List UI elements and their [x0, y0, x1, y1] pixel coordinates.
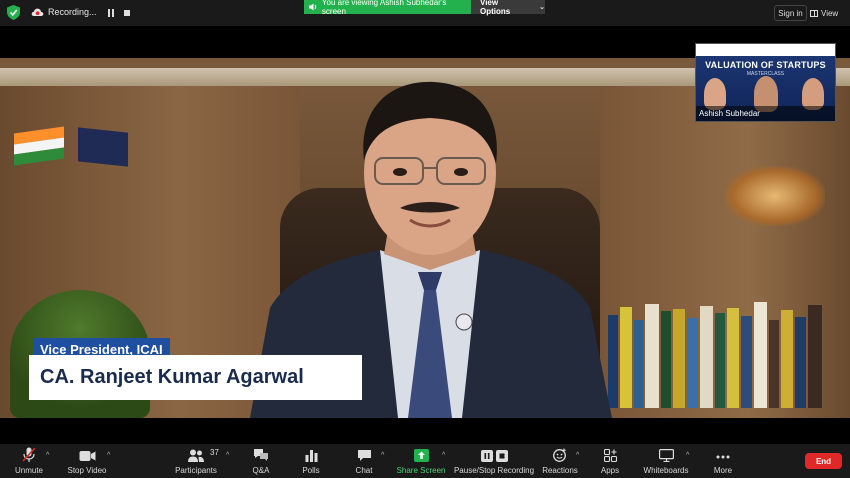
view-label: View	[821, 8, 839, 18]
pause-recording-icon[interactable]	[108, 9, 115, 17]
caption-name: CA. Ranjeet Kumar Agarwal	[29, 355, 362, 400]
more-button[interactable]: More	[711, 444, 735, 478]
qa-label: Q&A	[252, 466, 270, 475]
pause-stop-recording-label: Pause/Stop Recording	[453, 466, 535, 475]
whiteboards-caret-icon[interactable]: ^	[686, 452, 689, 459]
participants-caret-icon[interactable]: ^	[226, 452, 229, 459]
recording-status: Recording...	[48, 7, 97, 17]
reactions-smiley-icon	[553, 448, 566, 462]
chat-bubble-icon	[357, 450, 371, 461]
stop-recording-icon[interactable]	[124, 10, 130, 16]
unmute-button[interactable]: Unmute	[12, 444, 46, 478]
video-camera-icon	[79, 451, 95, 461]
sign-in-button[interactable]: Sign in	[774, 5, 807, 21]
whiteboard-icon	[658, 449, 674, 462]
share-screen-icon	[413, 449, 429, 462]
video-options-caret-icon[interactable]: ^	[107, 452, 110, 459]
viewing-screen-banner: You are viewing Ashish Subhedar's screen	[304, 0, 471, 16]
chat-button[interactable]: Chat	[353, 444, 375, 478]
polls-chart-icon	[305, 450, 317, 462]
chat-label: Chat	[355, 466, 373, 475]
polls-button[interactable]: Polls	[300, 444, 322, 478]
polls-label: Polls	[302, 466, 320, 475]
end-label: End	[815, 456, 832, 466]
view-button[interactable]: View	[810, 5, 846, 21]
qa-button[interactable]: Q&A	[250, 444, 272, 478]
thumbnail-participant-name: Ashish Subhedar	[696, 106, 835, 121]
security-shield-icon[interactable]	[7, 5, 20, 20]
viewing-banner-text: You are viewing Ashish Subhedar's screen	[321, 0, 447, 16]
apps-label: Apps	[600, 466, 620, 475]
participants-count: 37	[210, 448, 219, 457]
cloud-recording-icon	[31, 8, 44, 16]
whiteboards-button[interactable]: Whiteboards	[643, 444, 689, 478]
reactions-button[interactable]: Reactions	[541, 444, 579, 478]
reactions-caret-icon[interactable]: ^	[576, 452, 579, 459]
share-options-caret-icon[interactable]: ^	[442, 452, 445, 459]
top-bar: Recording... You are viewing Ashish Subh…	[0, 0, 850, 26]
end-meeting-button[interactable]: End	[805, 453, 842, 469]
audio-options-caret-icon[interactable]: ^	[46, 452, 49, 459]
caption-name-text: CA. Ranjeet Kumar Agarwal	[40, 366, 304, 388]
sign-in-label: Sign in	[778, 8, 803, 18]
pause-stop-recording-button[interactable]: Pause/Stop Recording	[453, 444, 535, 478]
share-screen-button[interactable]: Share Screen	[396, 444, 446, 478]
view-options-dropdown[interactable]: View Options ⌄	[471, 0, 545, 16]
slide-subtitle: MASTERCLASS	[746, 71, 785, 77]
whiteboards-label: Whiteboards	[643, 466, 689, 475]
chevron-down-icon: ⌄	[539, 4, 545, 11]
reactions-label: Reactions	[542, 466, 578, 475]
grid-view-icon	[810, 9, 818, 17]
unmute-label: Unmute	[14, 466, 43, 475]
more-dots-icon	[716, 455, 730, 459]
meeting-toolbar: Unmute ^ Stop Video ^ 37 Participants ^	[0, 444, 850, 478]
stop-video-label: Stop Video	[67, 466, 107, 475]
institute-flag	[78, 127, 128, 167]
apps-icon	[603, 449, 617, 462]
apps-button[interactable]: Apps	[599, 444, 621, 478]
qa-bubbles-icon	[254, 449, 268, 461]
stop-video-button[interactable]: Stop Video	[66, 444, 108, 478]
pause-icon	[480, 450, 493, 462]
participants-label: Participants	[175, 466, 217, 475]
speaker-icon	[309, 3, 317, 11]
participants-button[interactable]: 37 Participants	[175, 444, 219, 478]
more-label: More	[713, 466, 733, 475]
chat-caret-icon[interactable]: ^	[381, 452, 384, 459]
lamp-glow	[725, 166, 825, 226]
slide-title: VALUATION OF STARTUPS	[705, 60, 826, 70]
participants-icon	[188, 449, 204, 462]
view-options-label: View Options	[480, 0, 511, 16]
participant-name-text: Ashish Subhedar	[699, 109, 760, 118]
microphone-muted-icon	[22, 447, 36, 462]
bookshelf	[600, 298, 850, 408]
stop-icon	[495, 450, 508, 462]
share-screen-label: Share Screen	[396, 466, 446, 475]
participant-thumbnail[interactable]: VALUATION OF STARTUPS MASTERCLASS Ashish…	[695, 43, 836, 122]
